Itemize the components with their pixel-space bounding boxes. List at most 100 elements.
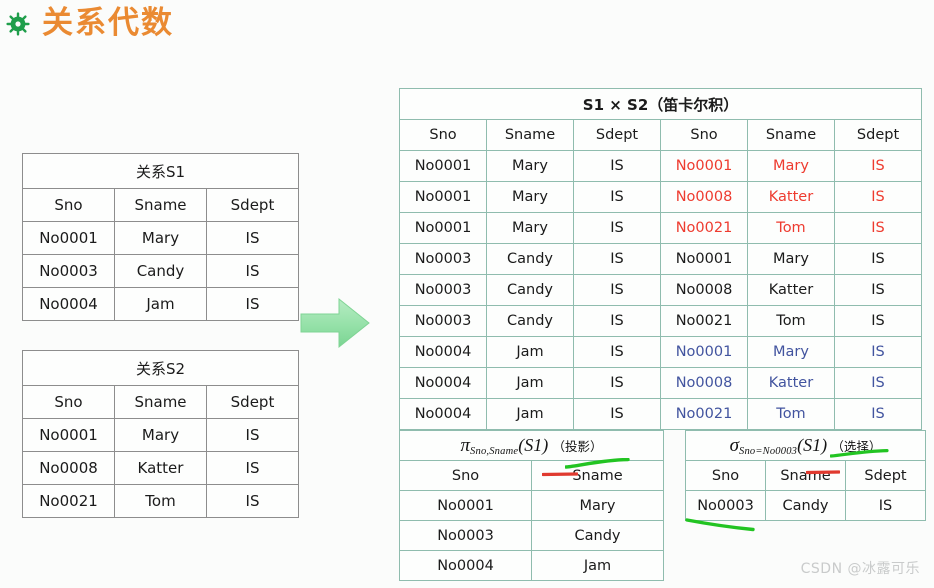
table-row: No0008 Katter IS — [22, 451, 299, 485]
table-cell: Candy — [486, 274, 574, 306]
table-cell: No0004 — [399, 367, 487, 399]
table-cell: Tom — [114, 484, 207, 518]
column-header: Sdept — [573, 119, 661, 151]
table-cell: No0001 — [660, 336, 748, 368]
table-cell: No0001 — [399, 150, 487, 182]
table-cell: IS — [206, 287, 299, 321]
table-row: No0004 Jam IS No0001 Mary IS — [399, 336, 923, 368]
page-title: 关系代数 — [6, 8, 174, 39]
table-cell: Katter — [747, 181, 835, 213]
cartesian-caption: S1 × S2（笛卡尔积） — [398, 88, 923, 120]
table-cell: Tom — [747, 305, 835, 337]
table-row: No0003 Candy — [399, 520, 664, 551]
table-row: No0004 Jam — [399, 550, 664, 581]
table-cell: Candy — [486, 305, 574, 337]
table-cell: IS — [206, 451, 299, 485]
table-cell: No0021 — [660, 212, 748, 244]
table-cell: Jam — [486, 398, 574, 430]
csdn-watermark: CSDN @冰露可乐 — [800, 561, 920, 577]
projection-caption: πSno,Sname(S1) （投影） — [399, 430, 664, 461]
table-row: No0004 Jam IS No0008 Katter IS — [399, 367, 923, 399]
table-cell: No0008 — [660, 274, 748, 306]
column-header: Sdept — [206, 385, 299, 419]
table-cell: IS — [845, 490, 926, 521]
projection-formula: πSno,Sname(S1) （投影） — [460, 434, 603, 457]
column-header: Sno — [22, 188, 115, 222]
table-cell: No0001 — [399, 181, 487, 213]
table-cell: IS — [206, 484, 299, 518]
table-row: No0004 Jam IS — [22, 287, 299, 321]
relation-s2-caption: 关系S2 — [22, 350, 299, 386]
table-cell: No0004 — [399, 336, 487, 368]
table-cell: IS — [573, 398, 661, 430]
table-header-row: Sno Sname Sdept — [22, 385, 299, 419]
table-cell: Mary — [486, 212, 574, 244]
table-cell: IS — [206, 221, 299, 255]
table-caption-row: 关系S2 — [22, 350, 299, 386]
table-cell: Candy — [531, 520, 664, 551]
right-arrow-icon — [299, 294, 371, 352]
table-cell: No0003 — [399, 243, 487, 275]
table-caption-row: 关系S1 — [22, 153, 299, 189]
table-cell: Candy — [765, 490, 846, 521]
table-caption-row: σSno=No0003(S1) （选择） — [685, 430, 926, 461]
column-header: Sname — [486, 119, 574, 151]
column-header: Sno — [399, 119, 487, 151]
table-cell: No0003 — [399, 274, 487, 306]
table-cell: IS — [833, 398, 923, 430]
selection-result-table: σSno=No0003(S1) （选择） Sno Sname Sdept No0… — [685, 430, 926, 521]
table-cell: Mary — [747, 150, 835, 182]
table-cell: IS — [833, 305, 923, 337]
table-cell: No0008 — [22, 451, 115, 485]
column-header: Sno — [685, 460, 766, 491]
column-header: Sdept — [206, 188, 299, 222]
table-cell: No0001 — [660, 150, 748, 182]
table-cell: Mary — [747, 243, 835, 275]
column-header: Sname — [114, 188, 207, 222]
table-row: No0003 Candy IS — [22, 254, 299, 288]
table-cell: No0003 — [399, 520, 532, 551]
table-cell: No0021 — [22, 484, 115, 518]
table-row: No0001 Mary IS No0021 Tom IS — [399, 212, 923, 244]
projection-label: （投影） — [552, 438, 603, 454]
table-row: No0003 Candy IS — [685, 490, 926, 521]
column-header: Sno — [660, 119, 748, 151]
table-cell: Mary — [486, 150, 574, 182]
table-row: No0001 Mary IS No0008 Katter IS — [399, 181, 923, 213]
relation-s1-caption: 关系S1 — [22, 153, 299, 189]
slide-canvas: 关系代数 关系S1 Sno Sname Sdept No0001 Mary IS… — [0, 0, 934, 588]
table-cell: Katter — [747, 274, 835, 306]
table-cell: Jam — [114, 287, 207, 321]
table-caption-row: S1 × S2（笛卡尔积） — [398, 88, 923, 120]
table-cell: Mary — [114, 221, 207, 255]
table-row: No0001 Mary IS No0001 Mary IS — [399, 150, 923, 182]
flower-gear-ornament-icon — [6, 11, 30, 36]
table-cell: No0001 — [399, 212, 487, 244]
table-cell: Candy — [486, 243, 574, 275]
table-cell: No0001 — [22, 221, 115, 255]
selection-caption: σSno=No0003(S1) （选择） — [685, 430, 926, 461]
table-cell: IS — [573, 150, 661, 182]
table-header-row: Sno Sname Sdept Sno Sname Sdept — [399, 119, 923, 151]
table-cell: No0004 — [399, 398, 487, 430]
projection-operator-symbol: π — [460, 434, 471, 456]
projection-subscript: Sno,Sname — [470, 445, 519, 457]
column-header: Sname — [114, 385, 207, 419]
table-cell: No0004 — [22, 287, 115, 321]
table-row: No0001 Mary IS — [22, 221, 299, 255]
selection-argument: (S1) — [797, 434, 828, 455]
table-cell: Mary — [531, 490, 664, 521]
table-header-row: Sno Sname — [399, 460, 664, 491]
table-cell: IS — [206, 418, 299, 452]
selection-label: （选择） — [831, 438, 882, 454]
projection-result-table: πSno,Sname(S1) （投影） Sno Sname No0001 Mar… — [399, 430, 664, 581]
table-cell: IS — [573, 212, 661, 244]
table-cell: Jam — [486, 336, 574, 368]
table-cell: No0004 — [399, 550, 532, 581]
table-cell: IS — [833, 243, 923, 275]
table-cell: Katter — [114, 451, 207, 485]
table-cell: IS — [833, 150, 923, 182]
table-cell: Jam — [486, 367, 574, 399]
table-row: No0004 Jam IS No0021 Tom IS — [399, 398, 923, 430]
table-cell: IS — [573, 367, 661, 399]
